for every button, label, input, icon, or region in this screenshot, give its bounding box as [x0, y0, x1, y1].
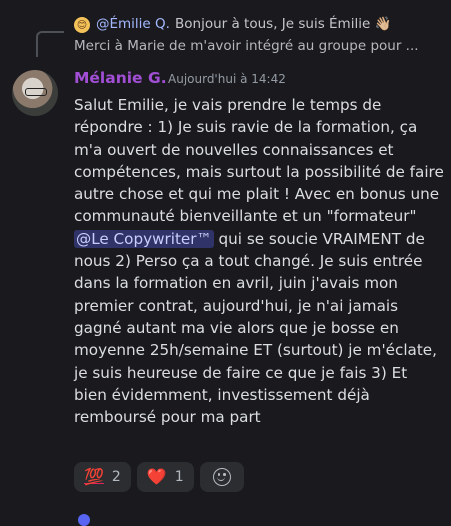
message-content: Salut Emilie, je vais prendre le temps d…: [74, 94, 444, 428]
reply-connector-line: [36, 31, 64, 57]
reaction-count: 2: [111, 469, 121, 485]
reply-author[interactable]: @Émilie Q.: [96, 16, 170, 32]
message-author[interactable]: Mélanie G.: [74, 69, 167, 87]
reply-avatar[interactable]: 😊: [74, 17, 90, 33]
reaction-red-heart[interactable]: ❤️ 1: [136, 462, 194, 492]
reaction-count: 1: [174, 469, 184, 485]
message-text-part2: qui se soucie VRAIMENT de nous 2) Perso …: [74, 229, 437, 427]
red-heart-icon: ❤️: [146, 467, 167, 486]
mention-le-copywriter[interactable]: @Le Copywriter™: [74, 229, 214, 248]
next-message-avatar-stub: [78, 514, 90, 526]
add-reaction-button[interactable]: [199, 462, 244, 492]
message-timestamp: Aujourd'hui à 14:42: [168, 72, 286, 86]
reactions-bar: 💯 2 ❤️ 1: [74, 462, 244, 492]
reaction-hundred-points[interactable]: 💯 2: [74, 462, 131, 492]
smiley-icon: [212, 468, 231, 486]
reply-snippet-line2[interactable]: Merci à Marie de m'avoir intégré au grou…: [74, 38, 419, 54]
avatar[interactable]: [12, 70, 58, 116]
message-text-part1: Salut Emilie, je vais prendre le temps d…: [74, 96, 444, 226]
reply-snippet[interactable]: Bonjour à tous, Je suis Émilie 👋🏼: [175, 16, 391, 32]
hundred-points-icon: 💯: [84, 467, 104, 486]
